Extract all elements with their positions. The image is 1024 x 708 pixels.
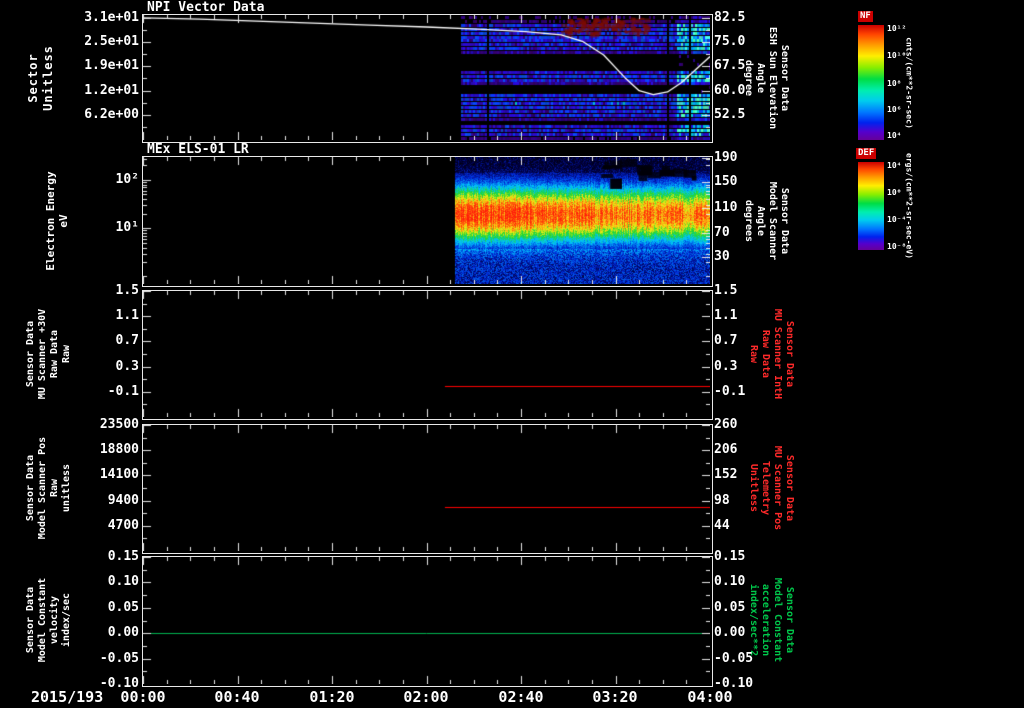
npi-spectrogram-canvas: [143, 15, 710, 140]
y-tick-label-right: 0.10: [714, 574, 746, 590]
colorbar-tick-label: 10⁻⁸: [887, 242, 907, 252]
y-tick-label-left: 0.15: [107, 549, 139, 564]
y-tick-label-right: 150: [714, 174, 738, 190]
y-tick-label-right: 98: [714, 492, 730, 508]
panel-els: [142, 156, 713, 287]
y-tick-label-left: 4700: [107, 517, 139, 533]
colorbar-tick-label: 10⁴: [887, 131, 902, 141]
y-tick-label-right: -0.10: [714, 676, 754, 691]
colorbar-tick-label: 10⁶: [887, 104, 902, 114]
def-colorbar: [858, 162, 884, 250]
y-tick-label-right: 60.0: [714, 82, 746, 98]
x-axis-date: 2015/193: [31, 688, 104, 706]
y-tick-label-left: -0.1: [107, 383, 139, 399]
y-tick-label-right: -0.1: [714, 383, 746, 399]
spectrogram-figure: NPI Vector Data MEx ELS-01 LR Sector Uni…: [0, 0, 1024, 708]
y-tick-label-right: 0.05: [714, 599, 746, 615]
colorbar-tick-label: 10⁸: [887, 78, 902, 88]
y-tick-label-left: 0.7: [115, 333, 139, 349]
x-tick-label: 02:40: [498, 688, 544, 706]
y-tick-label-right: 0.7: [714, 333, 738, 349]
y-tick-label-left: 2.5e+01: [84, 33, 139, 49]
y-tick-label-left: 0.10: [107, 574, 139, 590]
y-tick-label-left: -0.05: [99, 650, 139, 666]
colorbar-tick-label: 10¹⁰: [887, 50, 907, 60]
y-tick-label-right: 30: [714, 249, 730, 265]
x-tick-label: 02:00: [403, 688, 449, 706]
y-tick-label-right: 82.5: [714, 9, 746, 25]
model-constant-canvas: [143, 557, 710, 684]
pos-left-axis-label-text: Sensor Data Model Scanner Pos Raw unitle…: [25, 436, 72, 540]
constant-left-axis-label-text: Sensor Data Model Constant velocity inde…: [25, 577, 72, 663]
y-tick-label-left: 1.9e+01: [84, 58, 139, 74]
panel-scanner-pos: [142, 424, 713, 554]
x-tick-label: 03:20: [592, 688, 638, 706]
y-tick-label-right: 0.15: [714, 549, 746, 564]
scanner-pos-canvas: [143, 425, 710, 551]
y-tick-label-left: 6.2e+00: [84, 107, 139, 122]
y-tick-label-left: 0.05: [107, 599, 139, 615]
els-spectrogram-canvas: [143, 157, 710, 284]
y-tick-label-left: 10¹: [115, 220, 139, 236]
els-left-axis-label-text: Electron Energy eV: [44, 171, 70, 271]
nf-colorbar: [858, 25, 884, 140]
y-tick-label-right: 70: [714, 225, 730, 241]
y-tick-label-left: 0.3: [115, 358, 139, 374]
npi-right-axis-label-text: Sensor Data ESH Sun Elevation Angle degr…: [743, 26, 790, 130]
y-tick-label-right: 52.5: [714, 107, 746, 122]
y-tick-label-left: 23500: [99, 417, 139, 432]
colorbar-tick-label: 10¹²: [887, 24, 907, 34]
panel-mu-scanner-inth: [142, 290, 713, 420]
def-colorbar-title: DEF: [856, 148, 877, 159]
panel-model-constant: [142, 556, 713, 687]
nf-colorbar-title: NF: [858, 11, 873, 22]
npi-left-axis-label-text: Sector Unitless: [26, 45, 55, 111]
mu-scanner-inth-canvas: [143, 291, 710, 417]
pos-right-axis-label-text: Sensor Data MU Scanner Pos Telemetry Uni…: [748, 445, 795, 531]
y-tick-label-right: 1.5: [714, 283, 738, 298]
y-tick-label-right: 190: [714, 150, 738, 166]
y-tick-label-right: 44: [714, 517, 730, 533]
y-tick-label-left: 10²: [115, 171, 139, 187]
y-tick-label-right: 67.5: [714, 58, 746, 74]
y-tick-label-left: 14100: [99, 467, 139, 483]
constant-right-axis-label-text: Sensor Data Model Constant acceleration …: [748, 577, 795, 663]
y-tick-label-left: 1.1: [115, 308, 139, 324]
y-tick-label-right: 206: [714, 442, 738, 458]
y-tick-label-left: 1.5: [115, 283, 139, 298]
colorbar-tick-label: 10⁰: [887, 187, 902, 197]
y-tick-label-left: 0.00: [107, 625, 139, 641]
y-tick-label-right: 0.00: [714, 625, 746, 641]
y-tick-label-left: -0.10: [99, 676, 139, 691]
y-tick-label-left: 18800: [99, 442, 139, 458]
panel-title-npi: NPI Vector Data: [147, 0, 265, 15]
x-tick-label: 01:20: [309, 688, 355, 706]
y-tick-label-right: -0.05: [714, 650, 754, 666]
y-tick-label-left: 9400: [107, 492, 139, 508]
y-tick-label-right: 0.3: [714, 358, 738, 374]
panel-npi: [142, 14, 713, 143]
y-tick-label-right: 152: [714, 467, 738, 483]
inth-right-axis-label-text: Sensor Data MU Scanner IntH Raw Data Raw: [748, 308, 795, 400]
y-tick-label-right: 1.1: [714, 308, 738, 324]
y-tick-label-right: 110: [714, 199, 738, 215]
y-tick-label-right: 260: [714, 417, 738, 432]
inth-left-axis-label-text: Sensor Data MU Scanner +30V Raw Data Raw: [25, 308, 72, 400]
els-right-axis-label-text: Sensor Data Model Scanner Angle degrees: [743, 181, 790, 261]
y-tick-label-left: 1.2e+01: [84, 82, 139, 98]
colorbar-tick-label: 10⁻⁴: [887, 215, 907, 225]
y-tick-label-left: 3.1e+01: [84, 9, 139, 25]
x-tick-label: 00:40: [214, 688, 260, 706]
colorbar-tick-label: 10⁴: [887, 160, 902, 170]
y-tick-label-right: 75.0: [714, 33, 746, 49]
panel-title-els: MEx ELS-01 LR: [147, 142, 249, 157]
